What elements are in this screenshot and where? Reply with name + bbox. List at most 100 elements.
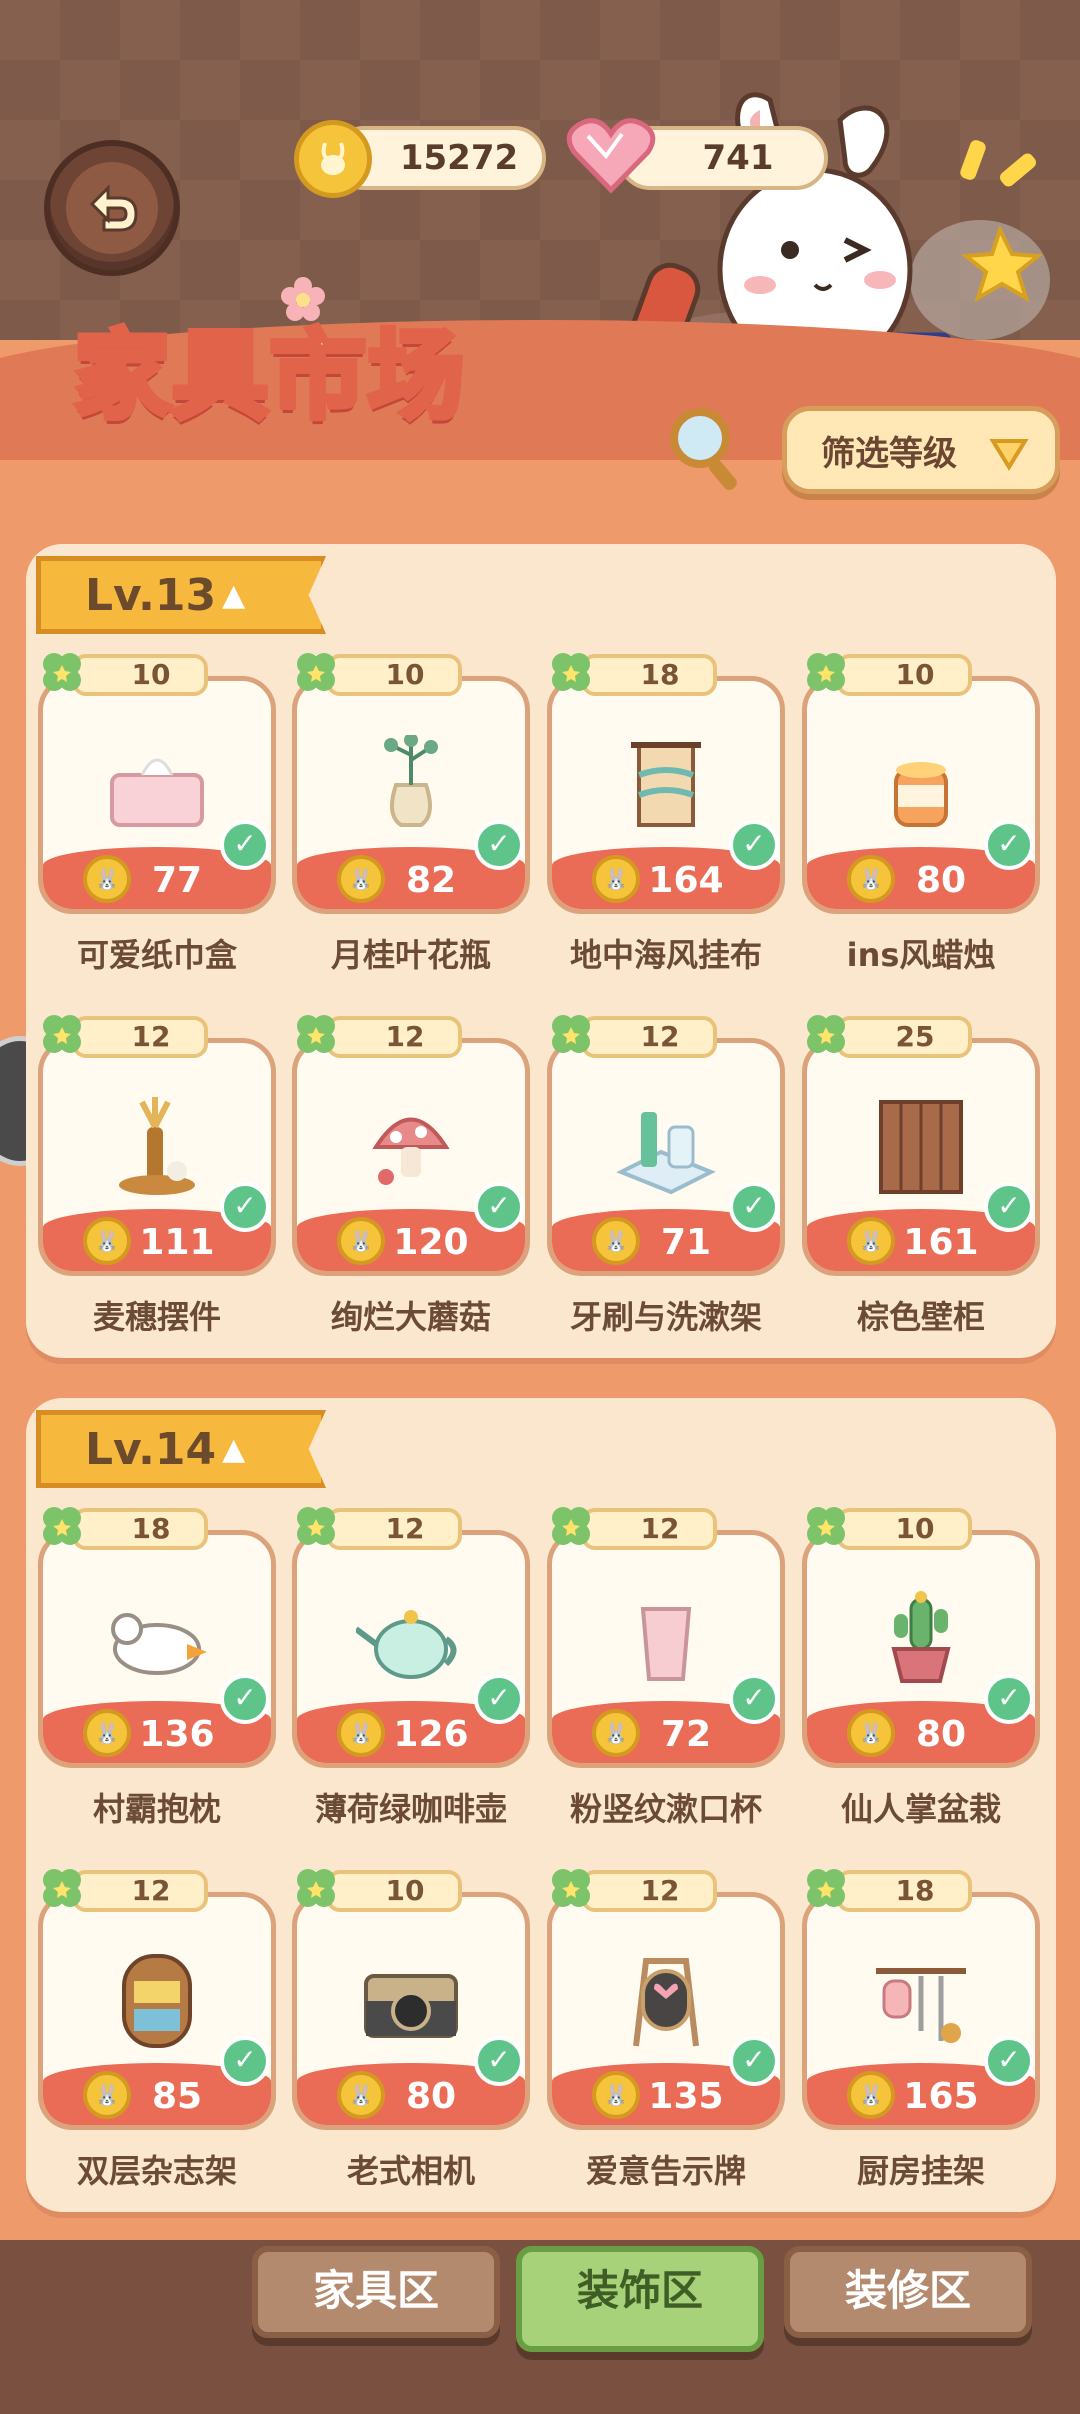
clover-icon <box>43 1015 81 1053</box>
item-name: 双层杂志架 <box>76 2152 237 2190</box>
item-card-frame: 🐰 72 <box>547 1530 785 1768</box>
item-card-frame: 🐰 82 <box>292 676 530 914</box>
item-card-frame: 🐰 71 <box>547 1038 785 1276</box>
item-name: 仙人掌盆栽 <box>840 1790 1001 1828</box>
tab-label: 装修区 <box>844 2266 971 2315</box>
clover-cost-tag: 10 <box>72 654 208 696</box>
coffee-pot-icon <box>354 1589 466 1693</box>
item-card[interactable]: 🐰 80 10 ✓ 仙人掌盆栽 <box>802 1507 1040 1828</box>
back-button[interactable] <box>44 140 180 276</box>
kitchen-rack-icon <box>866 1951 976 2055</box>
item-card[interactable]: 🐰 111 12 ✓ 麦穗摆件 <box>38 1015 276 1336</box>
clover-cost-tag: 12 <box>326 1016 462 1058</box>
tab-renovation[interactable]: 装修区 <box>784 2246 1032 2338</box>
item-card[interactable]: 🐰 71 12 ✓ 牙刷与洗漱架 <box>547 1015 785 1336</box>
owned-check-icon: ✓ <box>984 2036 1034 2086</box>
tab-decoration[interactable]: 装饰区 <box>516 2246 764 2352</box>
owned-check-icon: ✓ <box>984 1182 1034 1232</box>
owned-check-icon: ✓ <box>220 1674 270 1724</box>
item-card[interactable]: 🐰 80 10 ✓ 老式相机 <box>292 1869 530 2190</box>
clover-icon <box>297 1015 335 1053</box>
clover-cost-tag: 18 <box>581 654 717 696</box>
item-name: 地中海风挂布 <box>569 936 762 974</box>
level-up-icon: ▲ <box>222 1431 246 1467</box>
item-card[interactable]: 🐰 85 12 ✓ 双层杂志架 <box>38 1869 276 2190</box>
item-name: 老式相机 <box>346 2152 475 2190</box>
filter-level-button[interactable]: 筛选等级 <box>782 406 1060 494</box>
wheat-ornament-icon <box>102 1097 212 1201</box>
item-name: 月桂叶花瓶 <box>330 936 491 974</box>
mushroom-icon <box>356 1097 466 1201</box>
item-name: 粉竖纹漱口杯 <box>569 1790 762 1828</box>
item-card[interactable]: 🐰 77 10 ✓ 可爱纸巾盒 <box>38 653 276 974</box>
heart-count: 741 <box>702 138 774 178</box>
clover-cost: 12 <box>385 1512 425 1545</box>
item-card-frame: 🐰 77 <box>38 676 276 914</box>
item-name: 村霸抱枕 <box>92 1790 221 1828</box>
tab-furniture[interactable]: 家具区 <box>252 2246 500 2338</box>
clover-cost: 12 <box>131 1020 171 1053</box>
clover-cost-tag: 10 <box>836 654 972 696</box>
cactus-icon <box>866 1589 976 1693</box>
clover-cost-tag: 18 <box>836 1870 972 1912</box>
item-card[interactable]: 🐰 161 25 ✓ 棕色壁柜 <box>802 1015 1040 1336</box>
item-card-frame: 🐰 80 <box>802 676 1040 914</box>
flower-icon <box>281 277 325 321</box>
clover-icon <box>43 653 81 691</box>
clover-cost: 25 <box>895 1020 935 1053</box>
item-card[interactable]: 🐰 165 18 ✓ 厨房挂架 <box>802 1869 1040 2190</box>
clover-icon <box>552 1015 590 1053</box>
wall-cabinet-icon <box>866 1097 976 1201</box>
item-card[interactable]: 🐰 80 10 ✓ ins风蜡烛 <box>802 653 1040 974</box>
clover-cost: 18 <box>131 1512 171 1545</box>
clover-cost: 10 <box>895 658 935 691</box>
item-card-frame: 🐰 80 <box>292 1892 530 2130</box>
clover-cost-tag: 10 <box>326 1870 462 1912</box>
filter-level-label: 筛选等级 <box>821 433 957 474</box>
clover-cost: 12 <box>640 1020 680 1053</box>
item-card[interactable]: 🐰 82 10 ✓ 月桂叶花瓶 <box>292 653 530 974</box>
item-card[interactable]: 🐰 120 12 ✓ 绚烂大蘑菇 <box>292 1015 530 1336</box>
clover-cost-tag: 12 <box>581 1870 717 1912</box>
clover-icon <box>807 1869 845 1907</box>
level-up-icon: ▲ <box>222 577 246 613</box>
clover-icon <box>552 1869 590 1907</box>
item-card-frame: 🐰 126 <box>292 1530 530 1768</box>
clover-icon <box>552 653 590 691</box>
search-button[interactable] <box>666 404 746 494</box>
clover-icon <box>43 1507 81 1545</box>
item-name: 棕色壁柜 <box>856 1298 985 1336</box>
toothbrush-rack-icon <box>611 1097 721 1201</box>
item-name: 薄荷绿咖啡壶 <box>314 1790 507 1828</box>
owned-check-icon: ✓ <box>729 1182 779 1232</box>
tapestry-icon <box>611 735 721 839</box>
item-card-frame: 🐰 165 <box>802 1892 1040 2130</box>
heart-gem-icon <box>566 118 656 194</box>
item-card[interactable]: 🐰 136 18 ✓ 村霸抱枕 <box>38 1507 276 1828</box>
item-card[interactable]: 🐰 126 12 ✓ 薄荷绿咖啡壶 <box>292 1507 530 1828</box>
owned-check-icon: ✓ <box>729 820 779 870</box>
item-name: ins风蜡烛 <box>846 936 996 974</box>
clover-cost-tag: 12 <box>72 1016 208 1058</box>
clover-cost-tag: 10 <box>836 1508 972 1550</box>
owned-check-icon: ✓ <box>220 2036 270 2086</box>
item-card-frame: 🐰 164 <box>547 676 785 914</box>
clover-cost: 18 <box>895 1874 935 1907</box>
level-badge: Lv.14 ▲ <box>36 1410 326 1488</box>
back-arrow-icon <box>89 184 138 232</box>
item-card[interactable]: 🐰 135 12 ✓ 爱意告示牌 <box>547 1869 785 2190</box>
item-name: 麦穗摆件 <box>92 1298 221 1336</box>
clover-icon <box>807 1015 845 1053</box>
owned-check-icon: ✓ <box>984 820 1034 870</box>
clover-cost-tag: 12 <box>326 1508 462 1550</box>
item-card[interactable]: 🐰 72 12 ✓ 粉竖纹漱口杯 <box>547 1507 785 1828</box>
coin-icon <box>294 120 372 198</box>
candle-icon <box>866 735 976 839</box>
owned-check-icon: ✓ <box>474 1674 524 1724</box>
owned-check-icon: ✓ <box>729 1674 779 1724</box>
item-card[interactable]: 🐰 164 18 ✓ 地中海风挂布 <box>547 653 785 974</box>
clover-cost-tag: 10 <box>326 654 462 696</box>
goose-pillow-icon <box>102 1589 212 1693</box>
item-card-frame: 🐰 85 <box>38 1892 276 2130</box>
owned-check-icon: ✓ <box>474 1182 524 1232</box>
